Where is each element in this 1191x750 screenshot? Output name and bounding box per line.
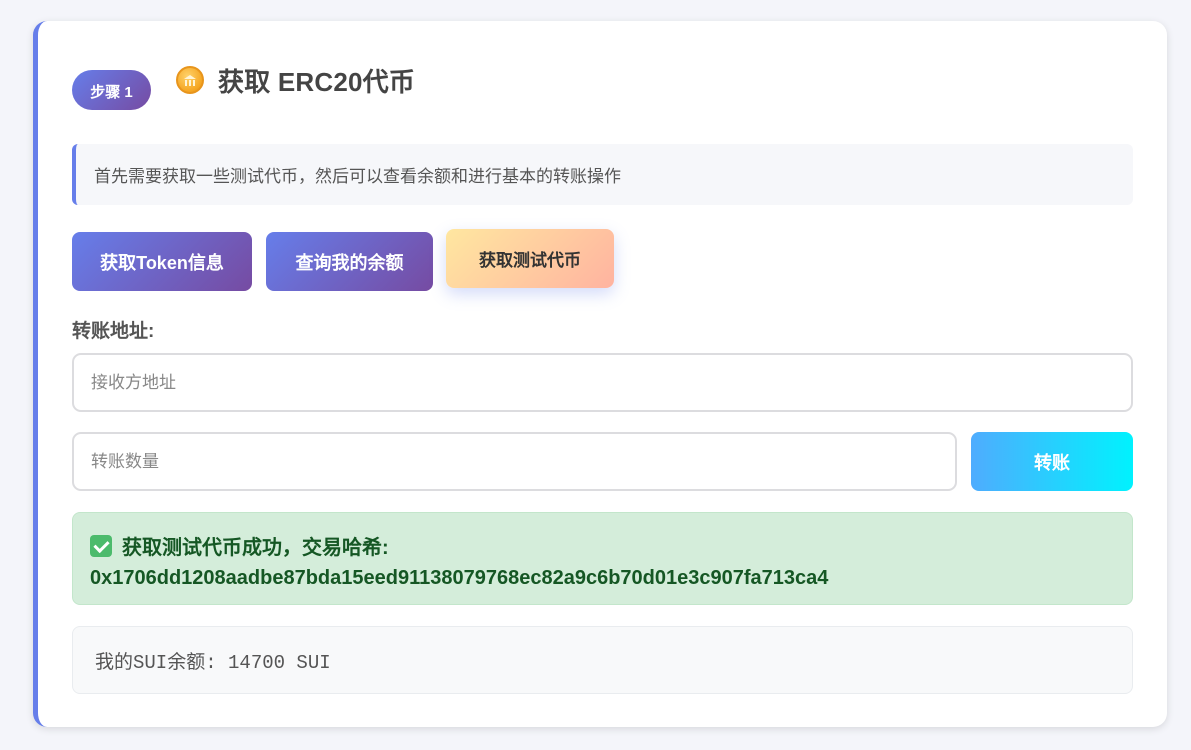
check-icon <box>90 535 112 557</box>
transaction-hash: 0x1706dd1208aadbe87bda15eed91138079768ec… <box>90 567 829 589</box>
info-description: 首先需要获取一些测试代币，然后可以查看余额和进行基本的转账操作 <box>72 144 1133 205</box>
step-header: 获取 ERC20代币 <box>176 62 415 98</box>
recipient-address-input[interactable] <box>72 353 1133 412</box>
success-text: 获取测试代币成功，交易哈希: <box>122 537 389 559</box>
transfer-button[interactable]: 转账 <box>971 432 1133 491</box>
balance-display: 我的SUI余额: 14700 SUI <box>72 626 1133 694</box>
transfer-amount-input[interactable] <box>72 432 957 491</box>
step-badge: 步骤 1 <box>72 70 151 110</box>
check-balance-button[interactable]: 查询我的余额 <box>266 232 433 291</box>
get-test-tokens-button[interactable]: 获取测试代币 <box>446 229 614 288</box>
coin-bank-icon <box>176 66 204 94</box>
transfer-address-label: 转账地址: <box>72 321 155 342</box>
step-title: 获取 ERC20代币 <box>218 66 416 97</box>
get-token-info-button[interactable]: 获取Token信息 <box>72 232 252 291</box>
success-message: 获取测试代币成功，交易哈希: 0x1706dd1208aadbe87bda15e… <box>72 512 1133 605</box>
